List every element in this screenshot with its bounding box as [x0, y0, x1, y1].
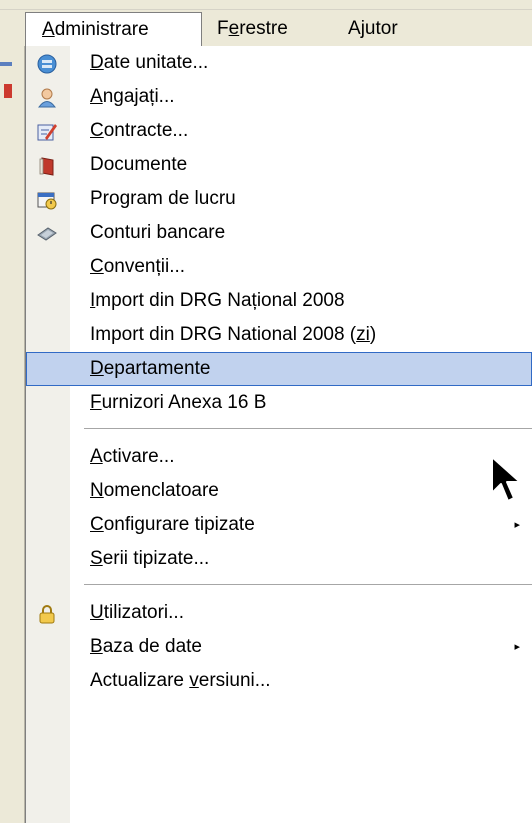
- label-mnemonic: A: [90, 446, 103, 467]
- label-post: onfigurare tipizate: [103, 514, 255, 535]
- label-mnemonic: F: [90, 392, 102, 413]
- label-mnemonic: U: [90, 602, 104, 623]
- menu-item-actualizare-versiuni[interactable]: Actualizare versiuni...: [26, 664, 532, 698]
- toolbar-icon-fragment: [4, 84, 12, 98]
- label-mnemonic: N: [90, 480, 104, 501]
- menu-item-utilizatori[interactable]: Utilizatori...: [26, 596, 532, 630]
- label-mnemonic: A: [90, 86, 103, 107]
- label-mnemonic: S: [90, 548, 103, 569]
- label-mnemonic: C: [90, 514, 104, 535]
- label-post: ate unitate...: [103, 52, 209, 73]
- menu-item-documente[interactable]: Documente: [26, 148, 532, 182]
- menu-separator: [84, 428, 532, 429]
- submenu-arrow-icon: ▸: [514, 641, 520, 653]
- label-pre: Actualizare: [90, 670, 190, 691]
- label-post: ): [369, 324, 377, 345]
- menu-item-configurare-tipizate[interactable]: Configurare tipizate ▸: [26, 508, 532, 542]
- mouse-pointer-icon: [491, 456, 521, 502]
- menubar-label-post: restre: [239, 18, 288, 39]
- label-mnemonic: D: [90, 52, 104, 73]
- menubar-item-ferestre[interactable]: Ferestre: [205, 12, 300, 46]
- database-icon: [37, 54, 57, 74]
- menu-separator: [84, 584, 532, 585]
- menu-item-import-drg-zi[interactable]: Import din DRG National 2008 (zi): [26, 318, 532, 352]
- menu-item-baza-de-date[interactable]: Baza de date ▸: [26, 630, 532, 664]
- lock-icon: [39, 605, 55, 624]
- menu-item-date-unitate[interactable]: Date unitate...: [26, 46, 532, 80]
- menubar-item-administrare[interactable]: Administrare: [25, 12, 202, 46]
- label-post: epartamente: [103, 358, 211, 379]
- menu-item-import-drg[interactable]: Import din DRG Național 2008: [26, 284, 532, 318]
- label-mnemonic: D: [90, 358, 104, 379]
- label-mnemonic: v: [189, 670, 199, 691]
- menubar-label-post: utor: [364, 18, 398, 39]
- user-icon: [38, 88, 56, 108]
- label-text: Documente: [90, 154, 188, 175]
- menu-item-conturi-bancare[interactable]: Conturi bancare: [26, 216, 532, 250]
- background-window-edge: [0, 46, 25, 823]
- label-post: ontracte...: [103, 120, 189, 141]
- menu-item-activare[interactable]: Activare...: [26, 440, 532, 474]
- menubar-item-ajutor[interactable]: Ajutor: [336, 12, 410, 46]
- menubar-label-post: dministrare: [54, 19, 149, 40]
- label-post: ctivare...: [102, 446, 175, 467]
- menu-item-conventii[interactable]: Convenții...: [26, 250, 532, 284]
- menu-item-nomenclatoare[interactable]: Nomenclatoare: [26, 474, 532, 508]
- label-post: ersiuni...: [198, 670, 271, 691]
- menu-item-contracte[interactable]: Contracte...: [26, 114, 532, 148]
- menu-item-furnizori-anexa[interactable]: Furnizori Anexa 16 B: [26, 386, 532, 420]
- menubar-label-pre: F: [217, 18, 229, 39]
- label-text: Program de lucru: [90, 188, 236, 209]
- label-post: aza de date: [102, 636, 202, 657]
- label-text: Conturi bancare: [90, 222, 226, 243]
- card-icon: [37, 227, 57, 241]
- menubar-label-mnemonic: e: [228, 18, 240, 39]
- schedule-icon: [37, 192, 57, 210]
- submenu-arrow-icon: ▸: [514, 519, 520, 531]
- label-mnemonic: C: [90, 256, 104, 277]
- label-post: omenclatoare: [103, 480, 219, 501]
- label-post: erii tipizate...: [102, 548, 210, 569]
- label-mnemonic: B: [90, 636, 103, 657]
- menu-item-serii-tipizate[interactable]: Serii tipizate...: [26, 542, 532, 576]
- label-pre: Import din DRG National 2008 (: [90, 324, 357, 345]
- label-post: urnizori Anexa 16 B: [101, 392, 267, 413]
- book-icon: [39, 157, 54, 176]
- contract-edit-icon: [37, 124, 57, 141]
- label-post: tilizatori...: [103, 602, 184, 623]
- administrare-dropdown-menu: Date unitate... Angajați... Contracte...…: [25, 46, 532, 823]
- label-post: mport din DRG Național 2008: [95, 290, 345, 311]
- toolbar-fragment: [0, 62, 12, 66]
- label-post: ngajați...: [102, 86, 175, 107]
- toolbar-edge: [0, 9, 532, 10]
- menu-item-departamente[interactable]: Departamente: [26, 352, 532, 386]
- menubar-label-pre: A: [348, 18, 361, 39]
- label-mnemonic: C: [90, 120, 104, 141]
- menu-item-program-de-lucru[interactable]: Program de lucru: [26, 182, 532, 216]
- label-mnemonic: zi: [356, 324, 370, 345]
- menu-bar: Administrare Ferestre Ajutor: [0, 0, 532, 46]
- label-post: onvenții...: [103, 256, 186, 277]
- menu-item-angajati[interactable]: Angajați...: [26, 80, 532, 114]
- menubar-label-mnemonic: A: [42, 19, 55, 40]
